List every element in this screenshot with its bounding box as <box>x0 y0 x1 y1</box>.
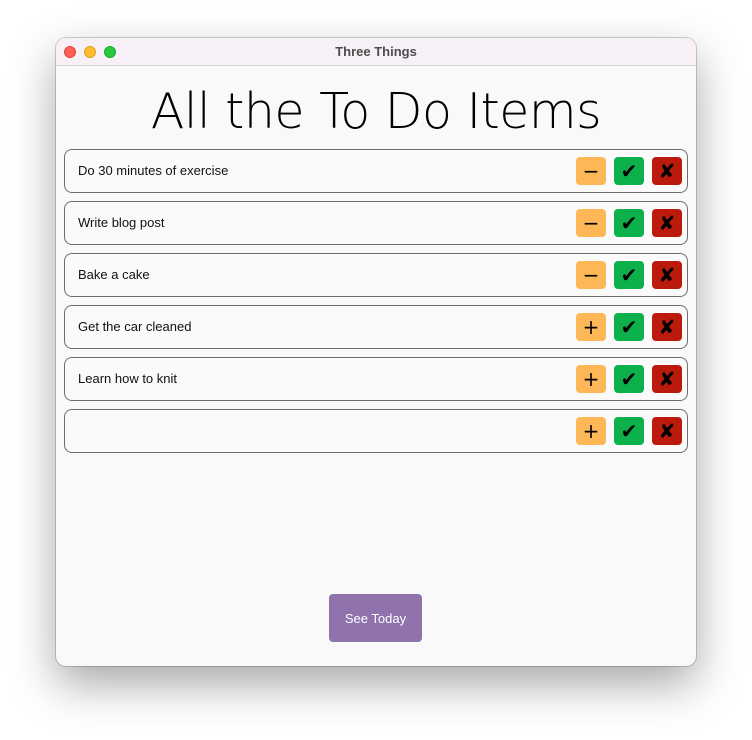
plus-icon: + <box>582 367 600 391</box>
cross-icon: ✘ <box>658 315 676 339</box>
window-title: Three Things <box>335 44 417 59</box>
cross-icon: ✘ <box>658 263 676 287</box>
defer-button[interactable]: + <box>576 313 606 341</box>
minus-icon: − <box>582 159 600 183</box>
defer-button[interactable]: − <box>576 261 606 289</box>
cross-icon: ✘ <box>658 159 676 183</box>
delete-button[interactable]: ✘ <box>652 209 682 237</box>
delete-button[interactable]: ✘ <box>652 261 682 289</box>
todo-text[interactable]: Write blog post <box>78 215 164 230</box>
defer-button[interactable]: − <box>576 157 606 185</box>
defer-button[interactable]: + <box>576 417 606 445</box>
checkmark-icon: ✔ <box>620 159 638 183</box>
checkmark-icon: ✔ <box>620 211 638 235</box>
todo-text[interactable]: Learn how to knit <box>78 371 177 386</box>
todo-row: Bake a cake − ✔ ✘ <box>64 253 688 297</box>
checkmark-icon: ✔ <box>620 315 638 339</box>
plus-icon: + <box>582 419 600 443</box>
complete-button[interactable]: ✔ <box>614 313 644 341</box>
todo-row: + ✔ ✘ <box>64 409 688 453</box>
todo-row: Do 30 minutes of exercise − ✔ ✘ <box>64 149 688 193</box>
complete-button[interactable]: ✔ <box>614 209 644 237</box>
cross-icon: ✘ <box>658 367 676 391</box>
defer-button[interactable]: + <box>576 365 606 393</box>
complete-button[interactable]: ✔ <box>614 417 644 445</box>
app-window: Three Things All the To Do Items Do 30 m… <box>56 38 696 666</box>
plus-icon: + <box>582 315 600 339</box>
checkmark-icon: ✔ <box>620 419 638 443</box>
see-today-button[interactable]: See Today <box>329 594 422 642</box>
title-bar: Three Things <box>56 38 696 66</box>
cross-icon: ✘ <box>658 211 676 235</box>
delete-button[interactable]: ✘ <box>652 417 682 445</box>
todo-text[interactable]: Do 30 minutes of exercise <box>78 163 228 178</box>
minus-icon: − <box>582 263 600 287</box>
delete-button[interactable]: ✘ <box>652 365 682 393</box>
checkmark-icon: ✔ <box>620 367 638 391</box>
complete-button[interactable]: ✔ <box>614 157 644 185</box>
todo-row: Learn how to knit + ✔ ✘ <box>64 357 688 401</box>
delete-button[interactable]: ✘ <box>652 157 682 185</box>
defer-button[interactable]: − <box>576 209 606 237</box>
cross-icon: ✘ <box>658 419 676 443</box>
page-heading: All the To Do Items <box>150 83 602 140</box>
todo-row: Get the car cleaned + ✔ ✘ <box>64 305 688 349</box>
todo-text[interactable]: Bake a cake <box>78 267 150 282</box>
minus-icon: − <box>582 211 600 235</box>
complete-button[interactable]: ✔ <box>614 365 644 393</box>
todo-text[interactable]: Get the car cleaned <box>78 319 191 334</box>
delete-button[interactable]: ✘ <box>652 313 682 341</box>
checkmark-icon: ✔ <box>620 263 638 287</box>
todo-row: Write blog post − ✔ ✘ <box>64 201 688 245</box>
complete-button[interactable]: ✔ <box>614 261 644 289</box>
